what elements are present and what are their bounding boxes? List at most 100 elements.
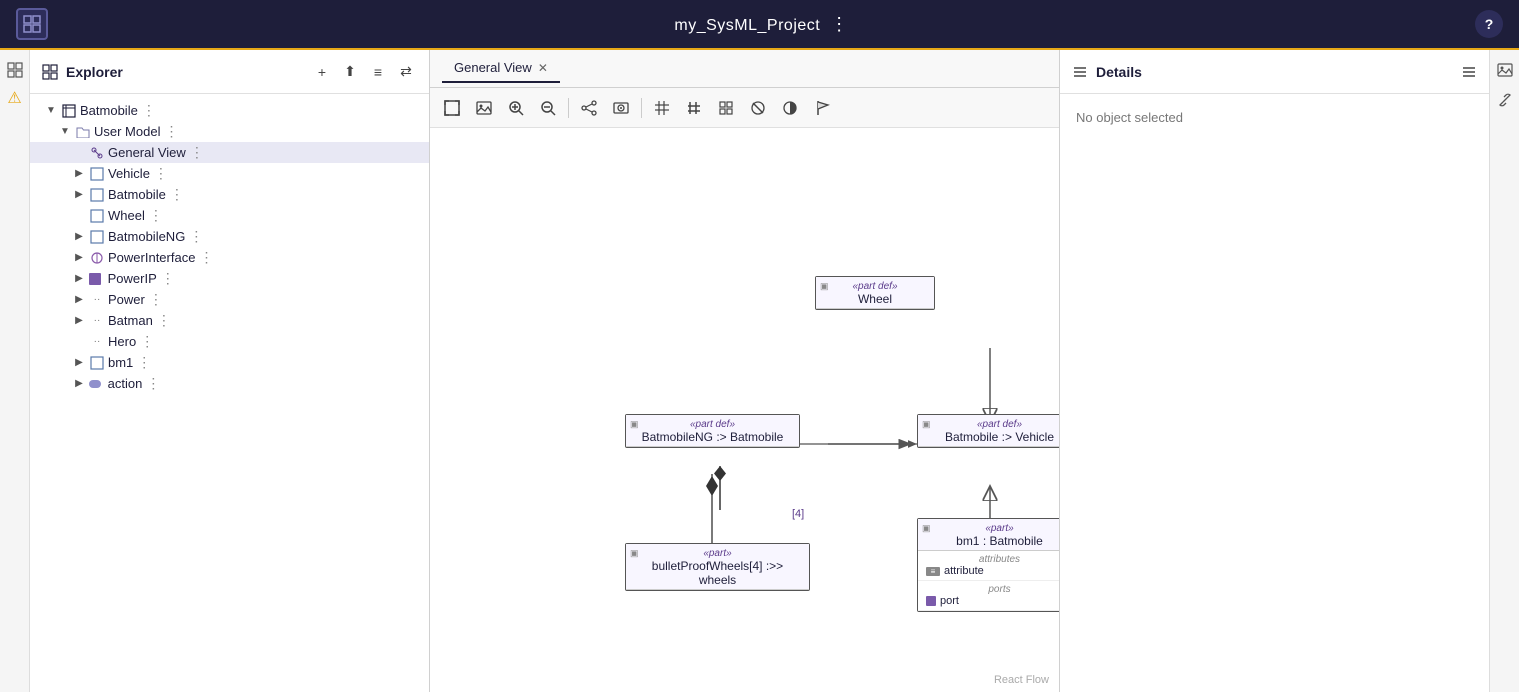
- tree-item-hero[interactable]: ·· Hero ⋮: [30, 331, 429, 352]
- interface-icon: [89, 250, 105, 266]
- tree-dots-wheel[interactable]: ⋮: [149, 207, 163, 224]
- details-panel: Details No object selected: [1059, 50, 1489, 692]
- canvas-area: General View ✕: [430, 50, 1059, 692]
- block-batmobileng-icon: [89, 229, 105, 245]
- sidebar-filter-btn[interactable]: ≡: [367, 61, 389, 83]
- node-batmobile-header: «part def» Batmobile :> Vehicle: [918, 415, 1059, 447]
- node-bulletproof[interactable]: «part» bulletProofWheels[4] :>> wheels ▣: [625, 543, 810, 591]
- tree-dots-generalview[interactable]: ⋮: [190, 144, 204, 161]
- tree-label-batmobile: Batmobile: [80, 103, 138, 118]
- tree-label-wheel: Wheel: [108, 208, 145, 223]
- tree-item-bm1[interactable]: ▶ bm1 ⋮: [30, 352, 429, 373]
- warning-icon[interactable]: ⚠: [5, 88, 25, 108]
- share-btn[interactable]: [575, 94, 603, 122]
- batman-icon: ··: [89, 313, 105, 329]
- photo-btn[interactable]: [607, 94, 635, 122]
- flag-btn[interactable]: [808, 94, 836, 122]
- main-layout: ⚠ Explorer + ⬆ ≡ ⇄ ▼ Batmobile ⋮: [0, 50, 1519, 692]
- tree-item-powerip[interactable]: ▶ PowerIP ⋮: [30, 268, 429, 289]
- no-selection-text: No object selected: [1076, 110, 1183, 125]
- bm1-attr-title: attributes: [926, 554, 1059, 565]
- tree-label-hero: Hero: [108, 334, 136, 349]
- contrast-btn[interactable]: [776, 94, 804, 122]
- bm1-stereotype: «part»: [926, 523, 1059, 534]
- diagram-canvas[interactable]: «part def» Wheel ▣ «part def» Vehicle ▣ …: [430, 128, 1059, 692]
- sidebar-header: Explorer + ⬆ ≡ ⇄: [30, 50, 429, 94]
- zoom-out-btn[interactable]: [534, 94, 562, 122]
- tab-close-btn[interactable]: ✕: [538, 61, 548, 75]
- tree-item-generalview[interactable]: General View ⋮: [30, 142, 429, 163]
- tree-label-batmobile-node: Batmobile: [108, 187, 166, 202]
- no-overlap-btn[interactable]: [744, 94, 772, 122]
- tree-dots-powerinterface[interactable]: ⋮: [199, 249, 213, 266]
- wheel-name: Wheel: [824, 292, 926, 306]
- app-logo: [16, 8, 48, 40]
- multiplicity-label: [4]: [792, 508, 804, 520]
- node-batmobile-diag[interactable]: «part def» Batmobile :> Vehicle ▣: [917, 414, 1059, 448]
- block-wheel-icon: [89, 208, 105, 224]
- tree-item-batmobile-node[interactable]: ▶ Batmobile ⋮: [30, 184, 429, 205]
- chevron-batman: ▶: [72, 315, 86, 326]
- tree-item-batmobileng[interactable]: ▶ BatmobileNG ⋮: [30, 226, 429, 247]
- chevron-powerinterface: ▶: [72, 252, 86, 263]
- arrange-btn[interactable]: [712, 94, 740, 122]
- node-bm1[interactable]: «part» bm1 : Batmobile ▣ attributes ≡ at…: [917, 518, 1059, 612]
- tree-dots-bm1[interactable]: ⋮: [137, 354, 151, 371]
- tree-item-batman[interactable]: ▶ ·· Batman ⋮: [30, 310, 429, 331]
- sidebar-up-btn[interactable]: ⬆: [339, 61, 361, 83]
- tree-dots-batmobileng[interactable]: ⋮: [189, 228, 203, 245]
- tree-label-usermodel: User Model: [94, 124, 160, 139]
- details-menu-icon[interactable]: [1072, 64, 1088, 80]
- chevron-batmobile: ▼: [44, 105, 58, 116]
- tree-item-wheel[interactable]: Wheel ⋮: [30, 205, 429, 226]
- tree-dots-action[interactable]: ⋮: [146, 375, 160, 392]
- bm1-icon: [89, 355, 105, 371]
- tab-label: General View: [454, 60, 532, 75]
- right-edge-link-icon[interactable]: [1495, 90, 1515, 110]
- left-edge-grid-icon[interactable]: [5, 60, 25, 80]
- tree-item-power[interactable]: ▶ ·· Power ⋮: [30, 289, 429, 310]
- bm1-attr-section: attributes ≡ attribute: [918, 551, 1059, 581]
- tree-item-usermodel[interactable]: ▼ User Model ⋮: [30, 121, 429, 142]
- zoom-fit-btn[interactable]: [502, 94, 530, 122]
- sidebar-toolbar: + ⬆ ≡ ⇄: [311, 61, 417, 83]
- node-batmobileng[interactable]: «part def» BatmobileNG :> Batmobile ▣: [625, 414, 800, 448]
- tree-dots-batmobile-node[interactable]: ⋮: [170, 186, 184, 203]
- details-more-icon[interactable]: [1461, 64, 1477, 80]
- tree-item-action[interactable]: ▶ action ⋮: [30, 373, 429, 394]
- tree-dots-batman[interactable]: ⋮: [157, 312, 171, 329]
- bulletproof-stereotype: «part»: [634, 548, 801, 559]
- tree-dots-usermodel[interactable]: ⋮: [164, 123, 178, 140]
- chevron-batmobileng: ▶: [72, 231, 86, 242]
- chevron-action: ▶: [72, 378, 86, 389]
- wheel-stereotype: «part def»: [824, 281, 926, 292]
- bm1-port-section: ports port: [918, 581, 1059, 611]
- node-batmobileng-header: «part def» BatmobileNG :> Batmobile: [626, 415, 799, 447]
- image-btn[interactable]: [470, 94, 498, 122]
- tree-item-powerinterface[interactable]: ▶ PowerInterface ⋮: [30, 247, 429, 268]
- sidebar-add-btn[interactable]: +: [311, 61, 333, 83]
- tree-dots-batmobile[interactable]: ⋮: [142, 102, 156, 119]
- sidebar-tree-icon: [42, 64, 58, 80]
- tree-dots-hero[interactable]: ⋮: [140, 333, 154, 350]
- fullscreen-btn[interactable]: [438, 94, 466, 122]
- right-edge-image-icon[interactable]: [1495, 60, 1515, 80]
- tree-dots-vehicle[interactable]: ⋮: [154, 165, 168, 182]
- tree-dots-power[interactable]: ⋮: [149, 291, 163, 308]
- tree-item-vehicle[interactable]: ▶ Vehicle ⋮: [30, 163, 429, 184]
- grid-btn[interactable]: [648, 94, 676, 122]
- block-batmobile-icon: [89, 187, 105, 203]
- project-title: my_SysML_Project ⋮: [48, 14, 1475, 35]
- help-button[interactable]: ?: [1475, 10, 1503, 38]
- tree-dots-powerip[interactable]: ⋮: [161, 270, 175, 287]
- tab-general-view[interactable]: General View ✕: [442, 54, 560, 83]
- attr-label: attribute: [944, 565, 984, 577]
- tree-item-batmobile[interactable]: ▼ Batmobile ⋮: [30, 100, 429, 121]
- topbar-right: ?: [1475, 10, 1503, 38]
- node-wheel[interactable]: «part def» Wheel ▣: [815, 276, 935, 310]
- topbar-menu-icon[interactable]: ⋮: [830, 14, 849, 34]
- sidebar-sync-btn[interactable]: ⇄: [395, 61, 417, 83]
- hash-btn[interactable]: [680, 94, 708, 122]
- toolbar-sep-1: [568, 98, 569, 118]
- folder-icon: [75, 124, 91, 140]
